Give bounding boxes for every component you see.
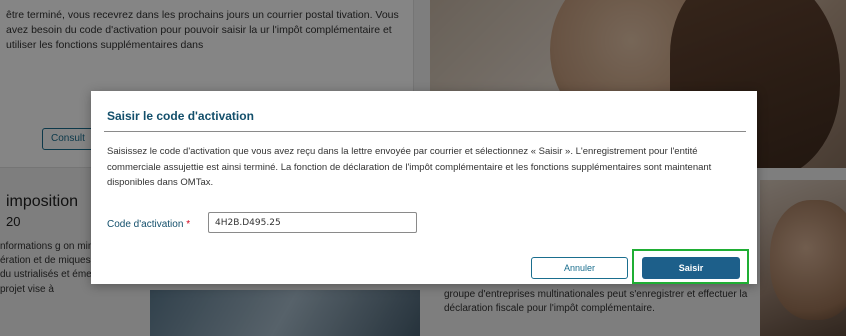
submit-button[interactable]: Saisir	[642, 257, 740, 279]
dialog-divider	[104, 131, 746, 132]
required-marker: *	[186, 219, 191, 230]
activation-code-dialog: Saisir le code d'activation Saisissez le…	[91, 91, 757, 284]
activation-code-label: Code d'activation *	[107, 219, 190, 230]
activation-code-label-text: Code d'activation	[107, 219, 184, 230]
cancel-button[interactable]: Annuler	[531, 257, 628, 279]
activation-code-input[interactable]	[208, 212, 417, 233]
dialog-title: Saisir le code d'activation	[107, 109, 254, 123]
dialog-instructions: Saisissez le code d'activation que vous …	[107, 146, 712, 188]
